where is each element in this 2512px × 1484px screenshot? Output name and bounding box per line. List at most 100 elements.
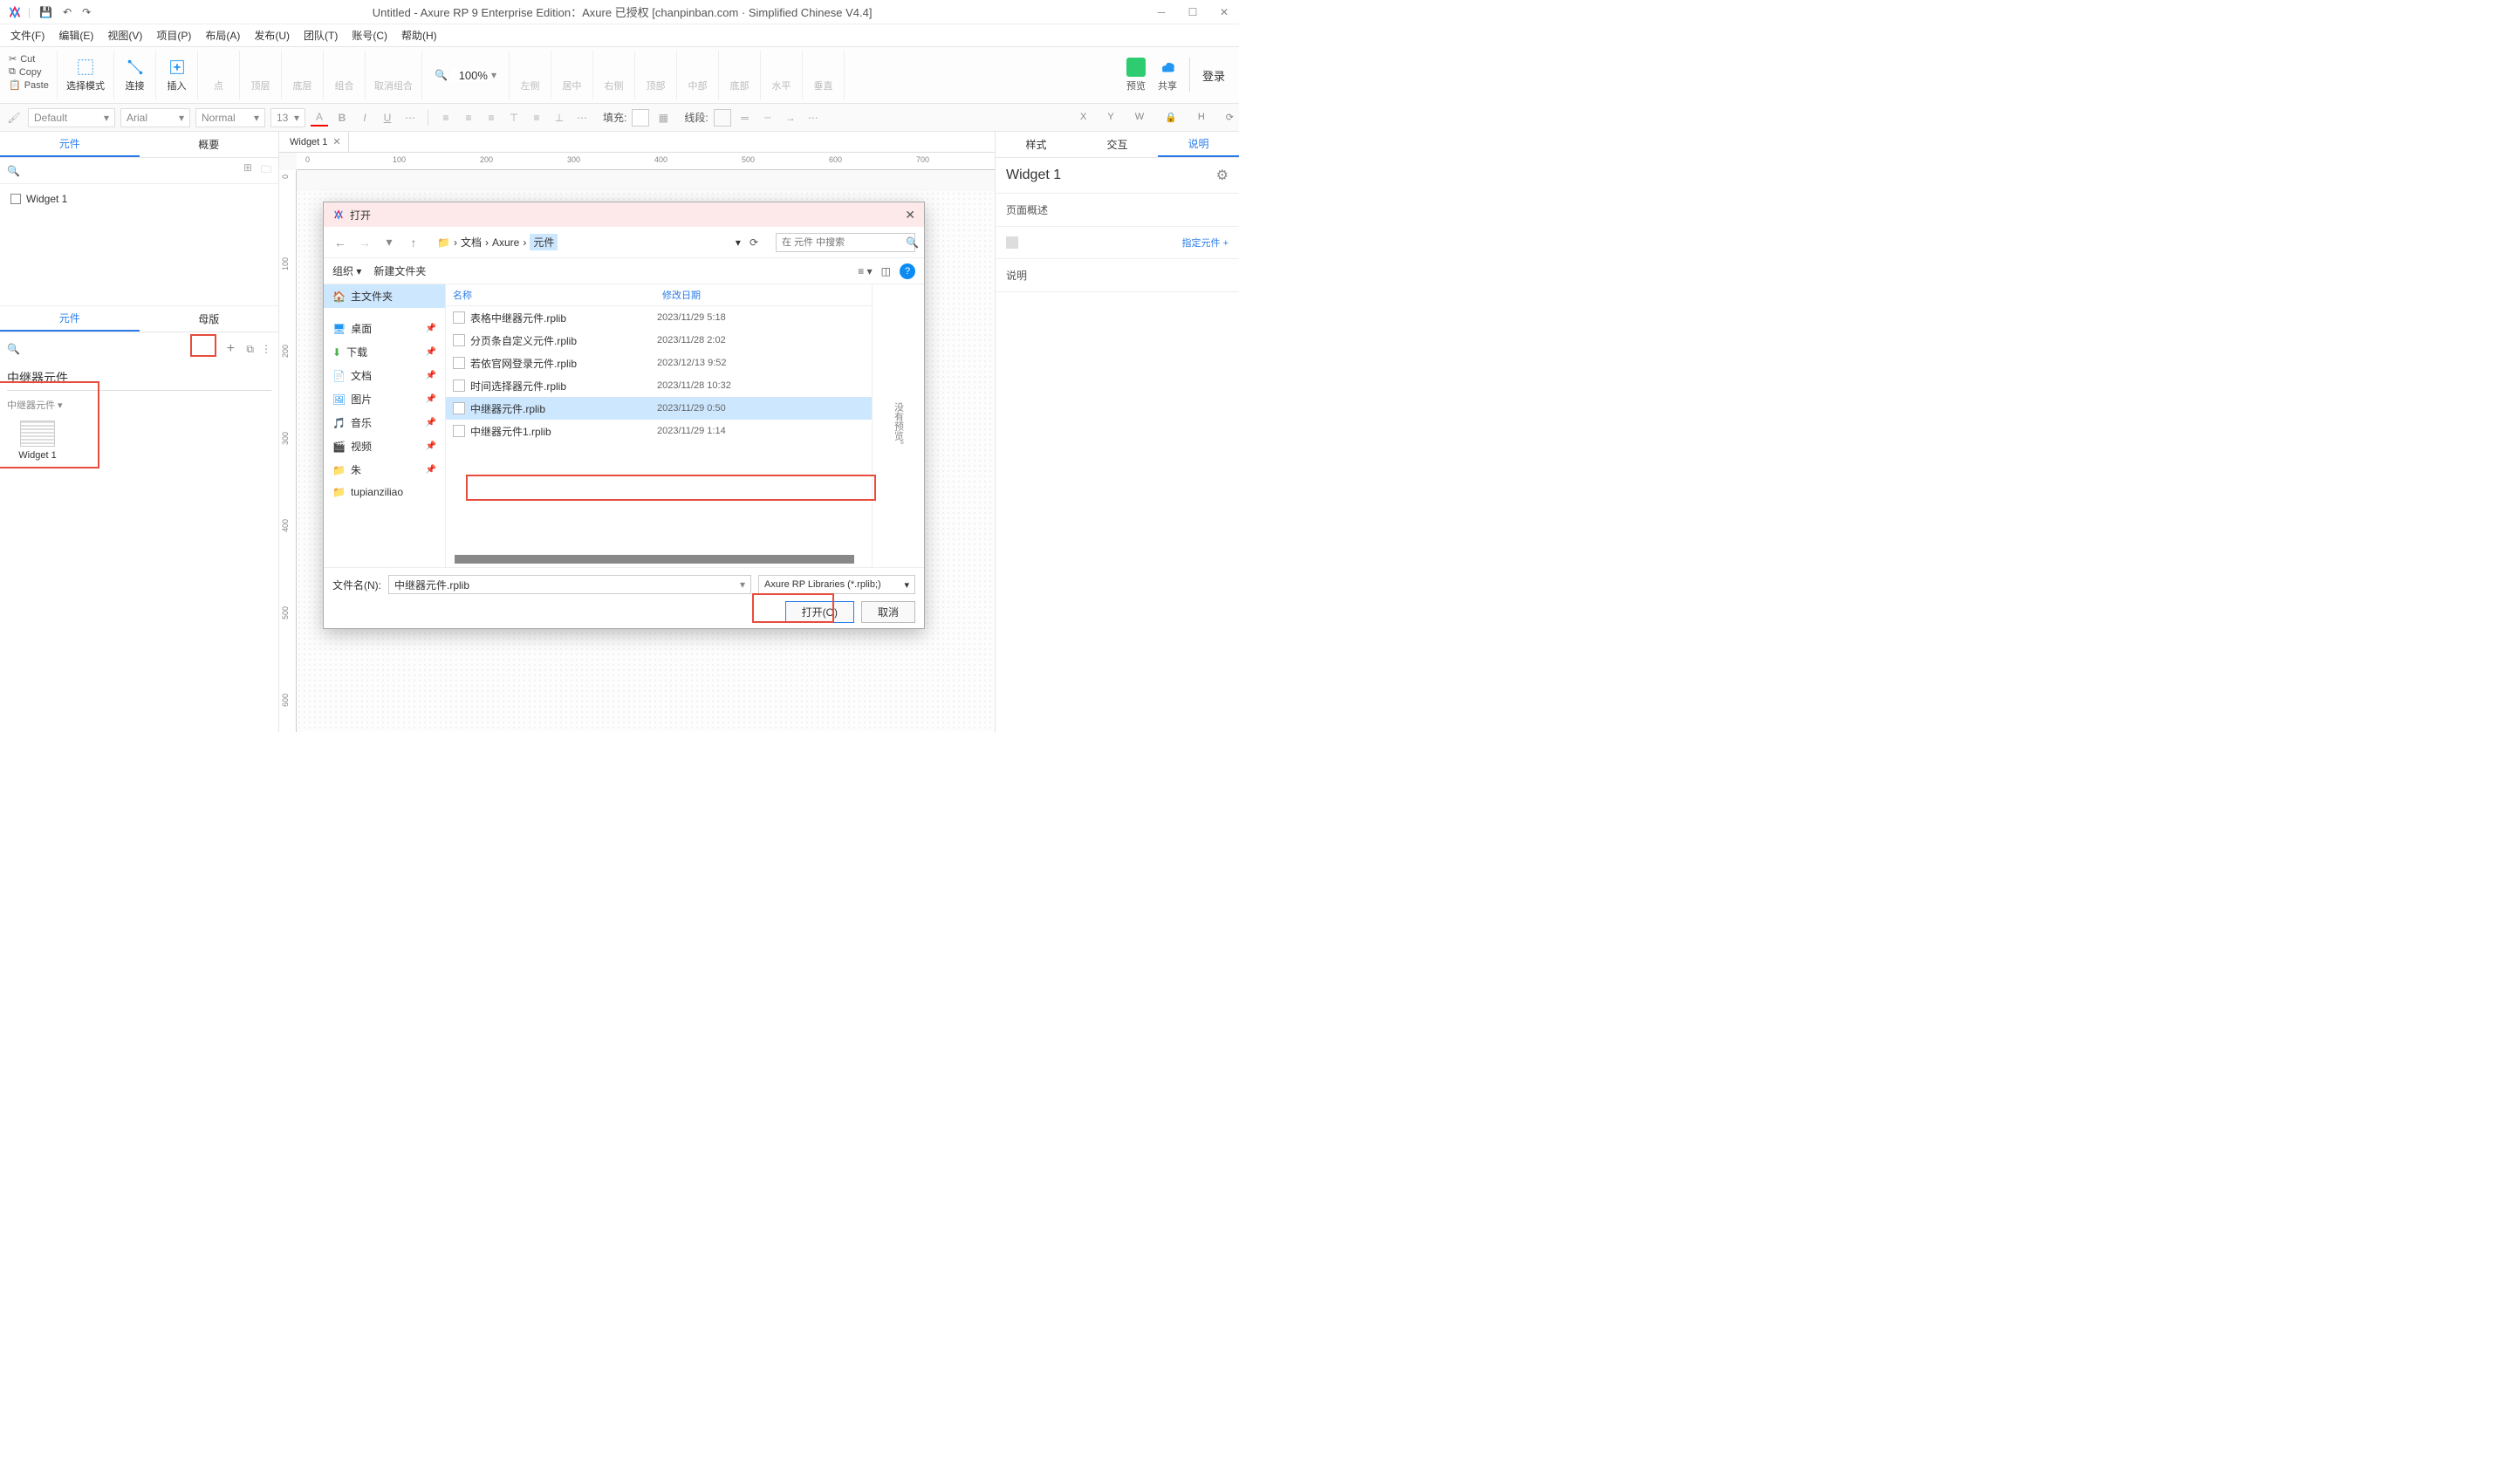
line-width-icon[interactable]: ═ <box>736 109 754 127</box>
login-button[interactable]: 登录 <box>1202 67 1225 84</box>
add-folder-icon[interactable]: 🗀 <box>261 161 271 180</box>
column-date[interactable]: 修改日期 <box>662 288 701 302</box>
add-page-icon[interactable]: ⊞ <box>243 161 252 180</box>
align-right-text-icon[interactable]: ≡ <box>483 109 500 127</box>
sidebar-downloads[interactable]: ⬇下载📌 <box>324 340 445 364</box>
crumb-components[interactable]: 元件 <box>530 234 558 250</box>
tab-style[interactable]: 样式 <box>996 132 1077 157</box>
forward-button[interactable]: → <box>357 236 373 250</box>
tab-outline[interactable]: 概要 <box>140 132 279 157</box>
organize-button[interactable]: 组织 ▾ <box>332 263 361 278</box>
lock-icon[interactable]: 🔒 <box>1165 112 1177 123</box>
pin-icon[interactable]: 📌 <box>426 418 436 427</box>
tab-interactions[interactable]: 交互 <box>1077 132 1158 157</box>
align-left-text-icon[interactable]: ≡ <box>437 109 455 127</box>
help-button[interactable]: ? <box>900 263 915 279</box>
assign-widget-link[interactable]: 指定元件 + <box>1182 236 1229 250</box>
weight-select[interactable]: Normal▾ <box>195 108 265 127</box>
library-widget-item[interactable]: Widget 1 <box>7 415 68 466</box>
preview-button[interactable]: 预览 <box>1126 58 1146 92</box>
dialog-search-input[interactable]: 🔍 <box>776 233 915 252</box>
chevron-down-icon[interactable]: ▾ <box>491 69 496 81</box>
menu-account[interactable]: 账号(C) <box>348 26 391 44</box>
canvas-tab[interactable]: Widget 1 ✕ <box>283 132 349 152</box>
paint-icon[interactable]: 🖌 <box>5 109 23 127</box>
preview-pane-icon[interactable]: ◫ <box>881 265 891 277</box>
menu-file[interactable]: 文件(F) <box>7 26 48 44</box>
file-row[interactable]: 时间选择器元件.rplib2023/11/28 10:32 <box>446 374 872 397</box>
zoom-input[interactable] <box>451 69 488 82</box>
crumb-axure[interactable]: Axure <box>492 236 519 249</box>
cut-button[interactable]: ✂ Cut <box>9 52 53 65</box>
more-line-icon[interactable]: ⋯ <box>804 109 822 127</box>
paste-button[interactable]: 📋 Paste <box>9 79 53 92</box>
open-button[interactable]: 打开(O) <box>785 601 854 623</box>
tree-node-widget1[interactable]: Widget 1 <box>9 189 270 209</box>
more-text-icon[interactable]: ⋯ <box>401 109 419 127</box>
text-color-icon[interactable]: A <box>311 109 328 127</box>
menu-project[interactable]: 项目(P) <box>153 26 195 44</box>
tab-masters[interactable]: 母版 <box>140 306 279 332</box>
style-select[interactable]: Default▾ <box>28 108 115 127</box>
connect-button[interactable]: 连接 <box>114 51 156 99</box>
menu-help[interactable]: 帮助(H) <box>398 26 441 44</box>
sidebar-home[interactable]: 🏠主文件夹 <box>324 284 445 308</box>
bold-icon[interactable]: B <box>333 109 351 127</box>
fill-pattern-icon[interactable]: ▦ <box>654 109 672 127</box>
crumb-documents[interactable]: 文档 <box>461 235 482 250</box>
valign-bottom-icon[interactable]: ⊥ <box>551 109 568 127</box>
insert-button[interactable]: 插入 <box>156 51 198 99</box>
sidebar-desktop[interactable]: 🖥桌面📌 <box>324 317 445 340</box>
file-row[interactable]: 表格中继器元件.rplib2023/11/29 5:18 <box>446 306 872 329</box>
save-button[interactable]: 💾 <box>39 6 52 18</box>
library-more-icon[interactable]: ⋮ <box>261 343 271 355</box>
settings-icon[interactable]: ⚙ <box>1216 167 1229 184</box>
sidebar-pictures[interactable]: 🖼图片📌 <box>324 387 445 411</box>
menu-layout[interactable]: 布局(A) <box>202 26 243 44</box>
pin-icon[interactable]: 📌 <box>426 347 436 357</box>
file-row[interactable]: 中继器元件.rplib2023/11/29 0:50 <box>446 397 872 420</box>
sidebar-zhu[interactable]: 📁朱📌 <box>324 458 445 482</box>
copy-button[interactable]: ⧉ Copy <box>9 65 53 79</box>
line-arrow-icon[interactable]: → <box>782 109 799 127</box>
library-section[interactable]: 中继器元件 ▾ <box>7 394 271 415</box>
align-center-text-icon[interactable]: ≡ <box>460 109 477 127</box>
more-align-icon[interactable]: ⋯ <box>573 109 591 127</box>
cancel-button[interactable]: 取消 <box>861 601 915 623</box>
search-field[interactable] <box>782 237 906 248</box>
refresh-button[interactable]: ⟳ <box>749 236 758 249</box>
menu-team[interactable]: 团队(T) <box>300 26 341 44</box>
rotate-icon[interactable]: ⟳ <box>1226 112 1234 123</box>
pin-icon[interactable]: 📌 <box>426 371 436 380</box>
library-stack-icon[interactable]: ⧉ <box>246 343 254 356</box>
sidebar-tupian[interactable]: 📁tupianziliao <box>324 482 445 503</box>
tab-notes[interactable]: 说明 <box>1158 132 1239 157</box>
valign-middle-icon[interactable]: ≡ <box>528 109 545 127</box>
pin-icon[interactable]: 📌 <box>426 441 436 451</box>
back-button[interactable]: ← <box>332 236 348 250</box>
column-name[interactable]: 名称 <box>453 288 662 302</box>
pin-icon[interactable]: 📌 <box>426 394 436 404</box>
fill-color-icon[interactable] <box>632 109 649 127</box>
line-color-icon[interactable] <box>714 109 731 127</box>
undo-button[interactable]: ↶ <box>63 6 72 18</box>
zoom-control[interactable]: 🔍 ▾ <box>422 51 510 99</box>
filter-select[interactable]: Axure RP Libraries (*.rplib;)▾ <box>758 575 915 594</box>
menu-edit[interactable]: 编辑(E) <box>55 26 97 44</box>
new-folder-button[interactable]: 新建文件夹 <box>373 263 426 278</box>
pin-icon[interactable]: 📌 <box>426 324 436 333</box>
underline-icon[interactable]: U <box>379 109 396 127</box>
tab-widgets[interactable]: 元件 <box>0 306 140 332</box>
sidebar-music[interactable]: 🎵音乐📌 <box>324 411 445 434</box>
maximize-button[interactable]: ☐ <box>1185 6 1201 18</box>
view-list-icon[interactable]: ≡ ▾ <box>858 265 872 277</box>
file-row[interactable]: 分页条自定义元件.rplib2023/11/28 2:02 <box>446 329 872 352</box>
close-tab-icon[interactable]: ✕ <box>332 136 340 147</box>
up-button[interactable]: ↑ <box>406 236 421 250</box>
size-select[interactable]: 13▾ <box>270 108 305 127</box>
redo-button[interactable]: ↷ <box>82 6 91 18</box>
dialog-close-button[interactable]: ✕ <box>905 208 915 222</box>
font-select[interactable]: Arial▾ <box>120 108 190 127</box>
line-style-icon[interactable]: ┄ <box>759 109 777 127</box>
pin-icon[interactable]: 📌 <box>426 465 436 475</box>
